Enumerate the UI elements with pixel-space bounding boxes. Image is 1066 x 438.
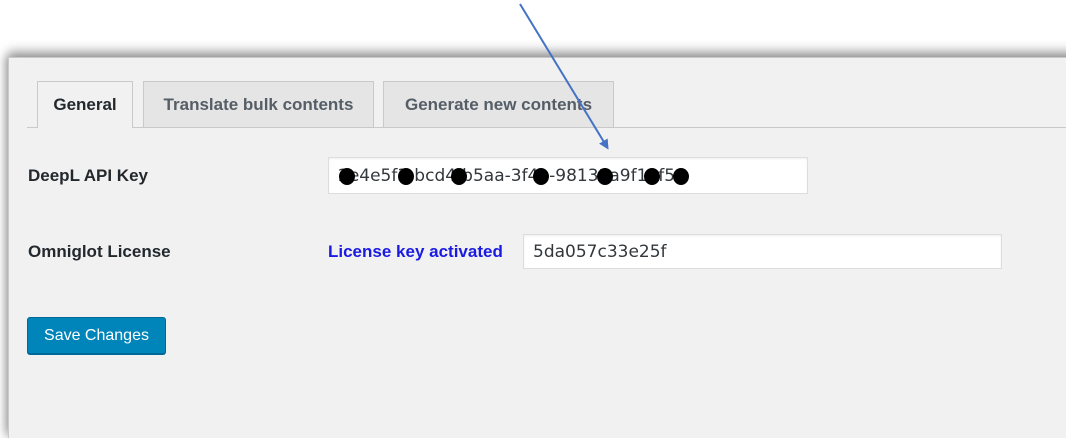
annotation-arrow-icon [519, 3, 609, 150]
